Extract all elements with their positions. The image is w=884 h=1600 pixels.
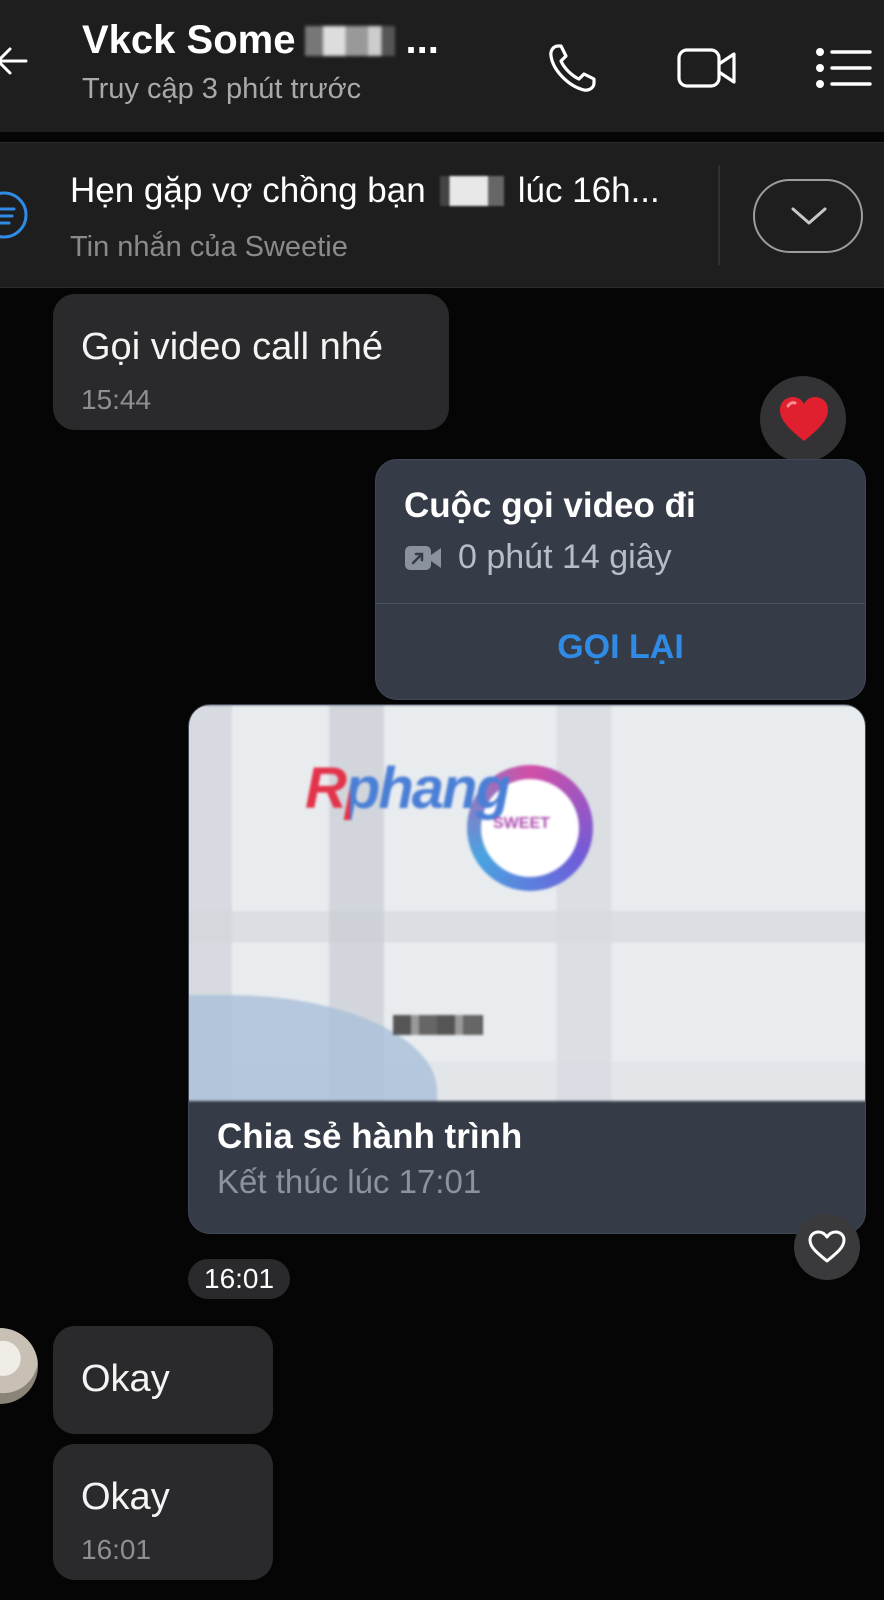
pinned-title-end: lúc 16h... [517,171,660,210]
heart-outline-icon [808,1230,846,1263]
pinned-title-start: Hẹn gặp vợ chồng bạn [70,171,426,210]
contact-name: Vkck Some ... [82,18,439,63]
pinned-message-title: Hẹn gặp vợ chồng bạn lúc 16h... [70,171,660,211]
title-ellipsis: ... [405,18,439,62]
divider [376,603,865,604]
share-end-time: Kết thúc lúc 17:01 [217,1163,482,1200]
redacted-name [305,25,396,56]
message-bubble[interactable]: Okay 16:01 [53,1444,273,1580]
redacted-label [393,1015,483,1035]
avatar[interactable] [0,1328,38,1404]
call-back-button[interactable]: GỌI LẠI [376,628,865,667]
pinned-message-bar[interactable]: Hẹn gặp vợ chồng bạn lúc 16h... Tin nhắn… [0,142,884,288]
message-time: 15:44 [81,384,152,415]
back-arrow-icon[interactable] [0,44,28,78]
chevron-down-icon [791,207,827,225]
message-text: Gọi video call nhé [81,326,384,368]
call-duration: 0 phút 14 giây [404,538,672,577]
menu-icon[interactable] [812,40,874,96]
share-title: Chia sẻ hành trình [217,1117,523,1156]
redacted-name [439,176,504,206]
chat-header: Vkck Some ... Truy cập 3 phút trước [0,0,884,132]
location-share-card[interactable]: Rphang SWEET Chia sẻ hành trình Kết thúc… [188,704,866,1234]
message-text: Okay [81,1358,170,1400]
outgoing-video-icon [405,545,441,570]
contact-name-text: Vkck Some [82,18,296,62]
heart-icon [780,397,828,441]
video-call-card[interactable]: Cuộc gọi video đi 0 phút 14 giây GỌI LẠI [375,459,866,700]
pinned-message-icon [0,189,30,241]
call-title: Cuộc gọi video đi [404,486,696,525]
call-duration-text: 0 phút 14 giây [458,538,672,576]
map-thumbnail[interactable]: Rphang SWEET [189,705,865,1101]
contact-info[interactable]: Vkck Some ... Truy cập 3 phút trước [82,18,439,106]
message-bubble[interactable]: Gọi video call nhé 15:44 [53,294,449,430]
expand-pinned-button[interactable] [753,179,863,253]
last-seen-status: Truy cập 3 phút trước [82,73,362,105]
pinned-message-source: Tin nhắn của Sweetie [70,231,348,263]
message-time: 16:01 [81,1534,152,1565]
video-camera-icon[interactable] [676,40,738,96]
watermark-sub: SWEET [493,815,550,832]
react-button[interactable] [794,1214,860,1280]
divider [718,165,720,265]
time-separator: 16:01 [188,1259,291,1299]
watermark-logo: Rphang [305,756,511,821]
phone-icon[interactable] [544,40,606,96]
message-bubble[interactable]: Okay [53,1326,273,1434]
reaction-badge[interactable] [760,376,846,462]
message-text: Okay [81,1476,170,1518]
